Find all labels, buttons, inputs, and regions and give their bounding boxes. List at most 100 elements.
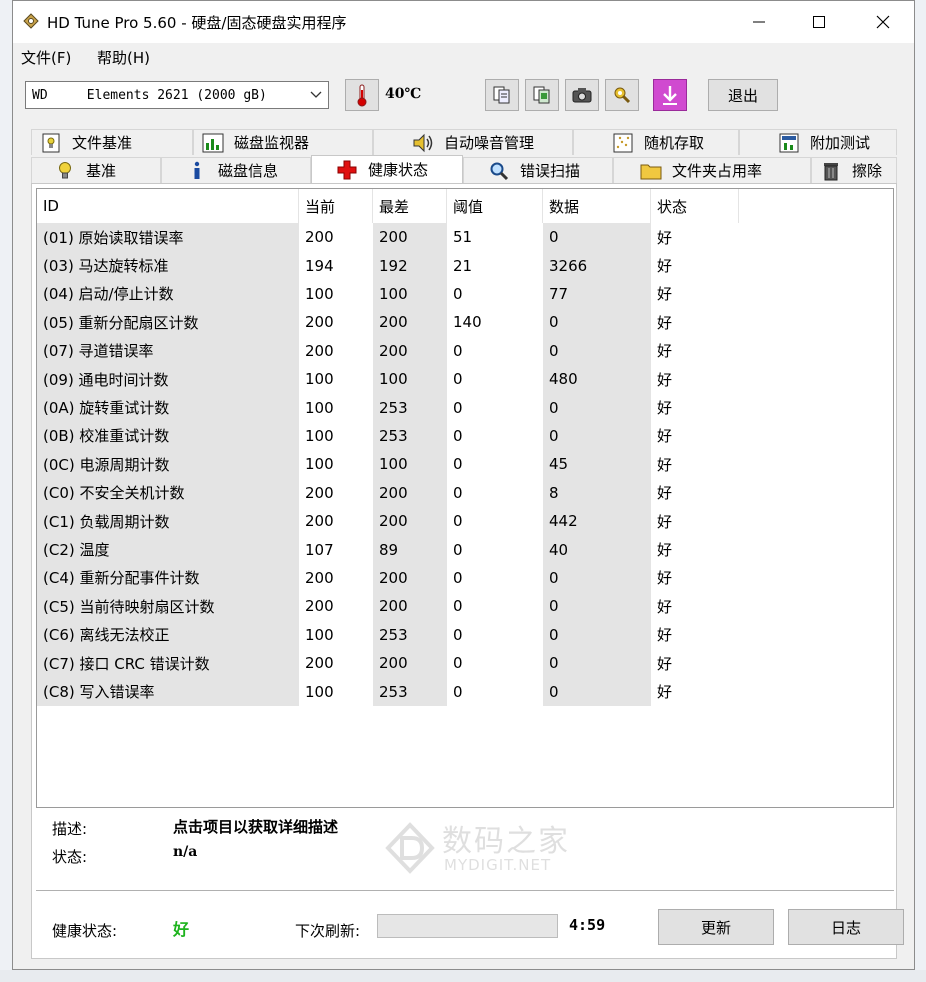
- status-value: 好: [657, 427, 673, 446]
- watermark-logo-icon: [385, 822, 435, 874]
- chevron-down-icon: [310, 91, 322, 98]
- worst-value: 200: [373, 223, 447, 252]
- tab-random-access[interactable]: 随机存取: [573, 129, 739, 155]
- threshold-value: 0: [453, 682, 463, 701]
- copy-button[interactable]: [485, 79, 519, 111]
- watermark-name: 数码之家: [442, 824, 570, 859]
- threshold-value: 0: [453, 597, 463, 616]
- tab-erase[interactable]: 擦除: [811, 157, 897, 183]
- current-value: 200: [305, 483, 334, 502]
- attribute-name: (C8) 写入错误率: [37, 677, 299, 706]
- attribute-name: (C1) 负载周期计数: [37, 507, 299, 536]
- table-row[interactable]: (C7) 接口 CRC 错误计数 200 200 0 0 好: [37, 649, 893, 678]
- attribute-name: (09) 通电时间计数: [37, 365, 299, 394]
- table-row[interactable]: (07) 寻道错误率 200 200 0 0 好: [37, 336, 893, 365]
- threshold-value: 0: [453, 426, 463, 445]
- screenshot-button[interactable]: [565, 79, 599, 111]
- column-header-id[interactable]: ID: [37, 189, 299, 223]
- table-row[interactable]: (C6) 离线无法校正 100 253 0 0 好: [37, 620, 893, 649]
- smart-attributes-list[interactable]: ID 当前 最差 阈值 数据 状态 (01) 原始读取错误率 200 200 51 0 好…: [36, 188, 894, 808]
- status-value: 好: [657, 313, 673, 332]
- minimize-button[interactable]: [729, 1, 789, 43]
- tab-benchmark[interactable]: 基准: [31, 157, 161, 183]
- column-header-worst[interactable]: 最差: [373, 189, 447, 223]
- desktop-background-bottom: [0, 970, 926, 982]
- maximize-button[interactable]: [789, 1, 849, 43]
- table-row[interactable]: (01) 原始读取错误率 200 200 51 0 好: [37, 223, 893, 252]
- table-row[interactable]: (C1) 负载周期计数 200 200 0 442 好: [37, 507, 893, 536]
- attribute-name: (07) 寻道错误率: [37, 336, 299, 365]
- disk-monitor-icon: [202, 133, 224, 153]
- tab-health[interactable]: 健康状态: [311, 155, 463, 183]
- raw-data-value: 0: [543, 421, 651, 451]
- app-window: HD Tune Pro 5.60 - 硬盘/固态硬盘实用程序 文件(F) 帮助(…: [12, 0, 915, 970]
- status-value: 好: [657, 455, 673, 474]
- worst-value: 100: [373, 279, 447, 309]
- menu-help[interactable]: 帮助(H): [97, 47, 150, 68]
- tab-folder-usage[interactable]: 文件夹占用率: [613, 157, 811, 183]
- tab-error-scan[interactable]: 错误扫描: [463, 157, 613, 183]
- table-row[interactable]: (C8) 写入错误率 100 253 0 0 好: [37, 677, 893, 706]
- update-button[interactable]: 更新: [658, 909, 774, 945]
- worst-value: 200: [373, 308, 447, 337]
- tab-disk-monitor[interactable]: 磁盘监视器: [193, 129, 373, 155]
- raw-data-value: 3266: [543, 251, 651, 280]
- table-row[interactable]: (05) 重新分配扇区计数 200 200 140 0 好: [37, 308, 893, 337]
- temperature-button[interactable]: [345, 79, 379, 111]
- tab-file-benchmark[interactable]: 文件基准: [31, 129, 193, 155]
- raw-data-value: 0: [543, 563, 651, 593]
- column-header-data[interactable]: 数据: [543, 189, 651, 223]
- status-value: 好: [657, 484, 673, 503]
- window-title: HD Tune Pro 5.60 - 硬盘/固态硬盘实用程序: [47, 14, 347, 32]
- current-value: 100: [305, 398, 334, 417]
- column-header-threshold[interactable]: 阈值: [447, 189, 543, 223]
- worst-value: 200: [373, 336, 447, 365]
- tab-disk-info[interactable]: 磁盘信息: [161, 157, 311, 183]
- table-row[interactable]: (09) 通电时间计数 100 100 0 480 好: [37, 365, 893, 394]
- current-value: 100: [305, 370, 334, 389]
- log-button[interactable]: 日志: [788, 909, 904, 945]
- drive-select-value: WD Elements 2621 (2000 gB): [32, 87, 267, 103]
- status-label: 状态:: [52, 848, 88, 866]
- tab-label: 随机存取: [644, 134, 705, 152]
- title-bar[interactable]: HD Tune Pro 5.60 - 硬盘/固态硬盘实用程序: [13, 1, 914, 43]
- health-status-label: 健康状态:: [52, 922, 118, 940]
- wrench-options-icon: [614, 87, 631, 104]
- list-header: ID 当前 最差 阈值 数据 状态: [37, 189, 893, 223]
- column-header-current[interactable]: 当前: [299, 189, 373, 223]
- save-down-button[interactable]: [653, 79, 687, 111]
- table-row[interactable]: (0A) 旋转重试计数 100 253 0 0 好: [37, 393, 893, 422]
- table-row[interactable]: (C2) 温度 107 89 0 40 好: [37, 535, 893, 564]
- copy-all-button[interactable]: [525, 79, 559, 111]
- current-value: 200: [305, 313, 334, 332]
- table-row[interactable]: (C5) 当前待映射扇区计数 200 200 0 0 好: [37, 592, 893, 621]
- status-value: 好: [657, 512, 673, 531]
- column-header-status[interactable]: 状态: [651, 189, 739, 223]
- options-button[interactable]: [605, 79, 639, 111]
- table-row[interactable]: (0C) 电源周期计数 100 100 0 45 好: [37, 450, 893, 479]
- table-row[interactable]: (C4) 重新分配事件计数 200 200 0 0 好: [37, 563, 893, 593]
- table-row[interactable]: (04) 启动/停止计数 100 100 0 77 好: [37, 279, 893, 309]
- table-row[interactable]: (C0) 不安全关机计数 200 200 0 8 好: [37, 478, 893, 507]
- exit-button[interactable]: 退出: [708, 79, 778, 111]
- threshold-value: 0: [453, 370, 463, 389]
- threshold-value: 0: [453, 341, 463, 360]
- table-row[interactable]: (03) 马达旋转标准 194 192 21 3266 好: [37, 251, 893, 280]
- worst-value: 253: [373, 421, 447, 451]
- close-button[interactable]: [853, 1, 913, 43]
- camera-icon: [572, 88, 592, 103]
- divider: [36, 890, 894, 894]
- drive-select[interactable]: WD Elements 2621 (2000 gB): [25, 81, 329, 109]
- menu-file[interactable]: 文件(F): [21, 47, 71, 68]
- extra-tests-icon: [778, 133, 800, 153]
- tab-extra-tests[interactable]: 附加测试: [739, 129, 897, 155]
- threshold-value: 0: [453, 284, 463, 303]
- current-value: 100: [305, 426, 334, 445]
- current-value: 100: [305, 682, 334, 701]
- table-row[interactable]: (0B) 校准重试计数 100 253 0 0 好: [37, 421, 893, 451]
- worst-value: 192: [373, 251, 447, 280]
- status-value: 好: [657, 569, 673, 588]
- tab-auto-noise[interactable]: 自动噪音管理: [373, 129, 573, 155]
- threshold-value: 0: [453, 654, 463, 673]
- attribute-name: (C0) 不安全关机计数: [37, 478, 299, 507]
